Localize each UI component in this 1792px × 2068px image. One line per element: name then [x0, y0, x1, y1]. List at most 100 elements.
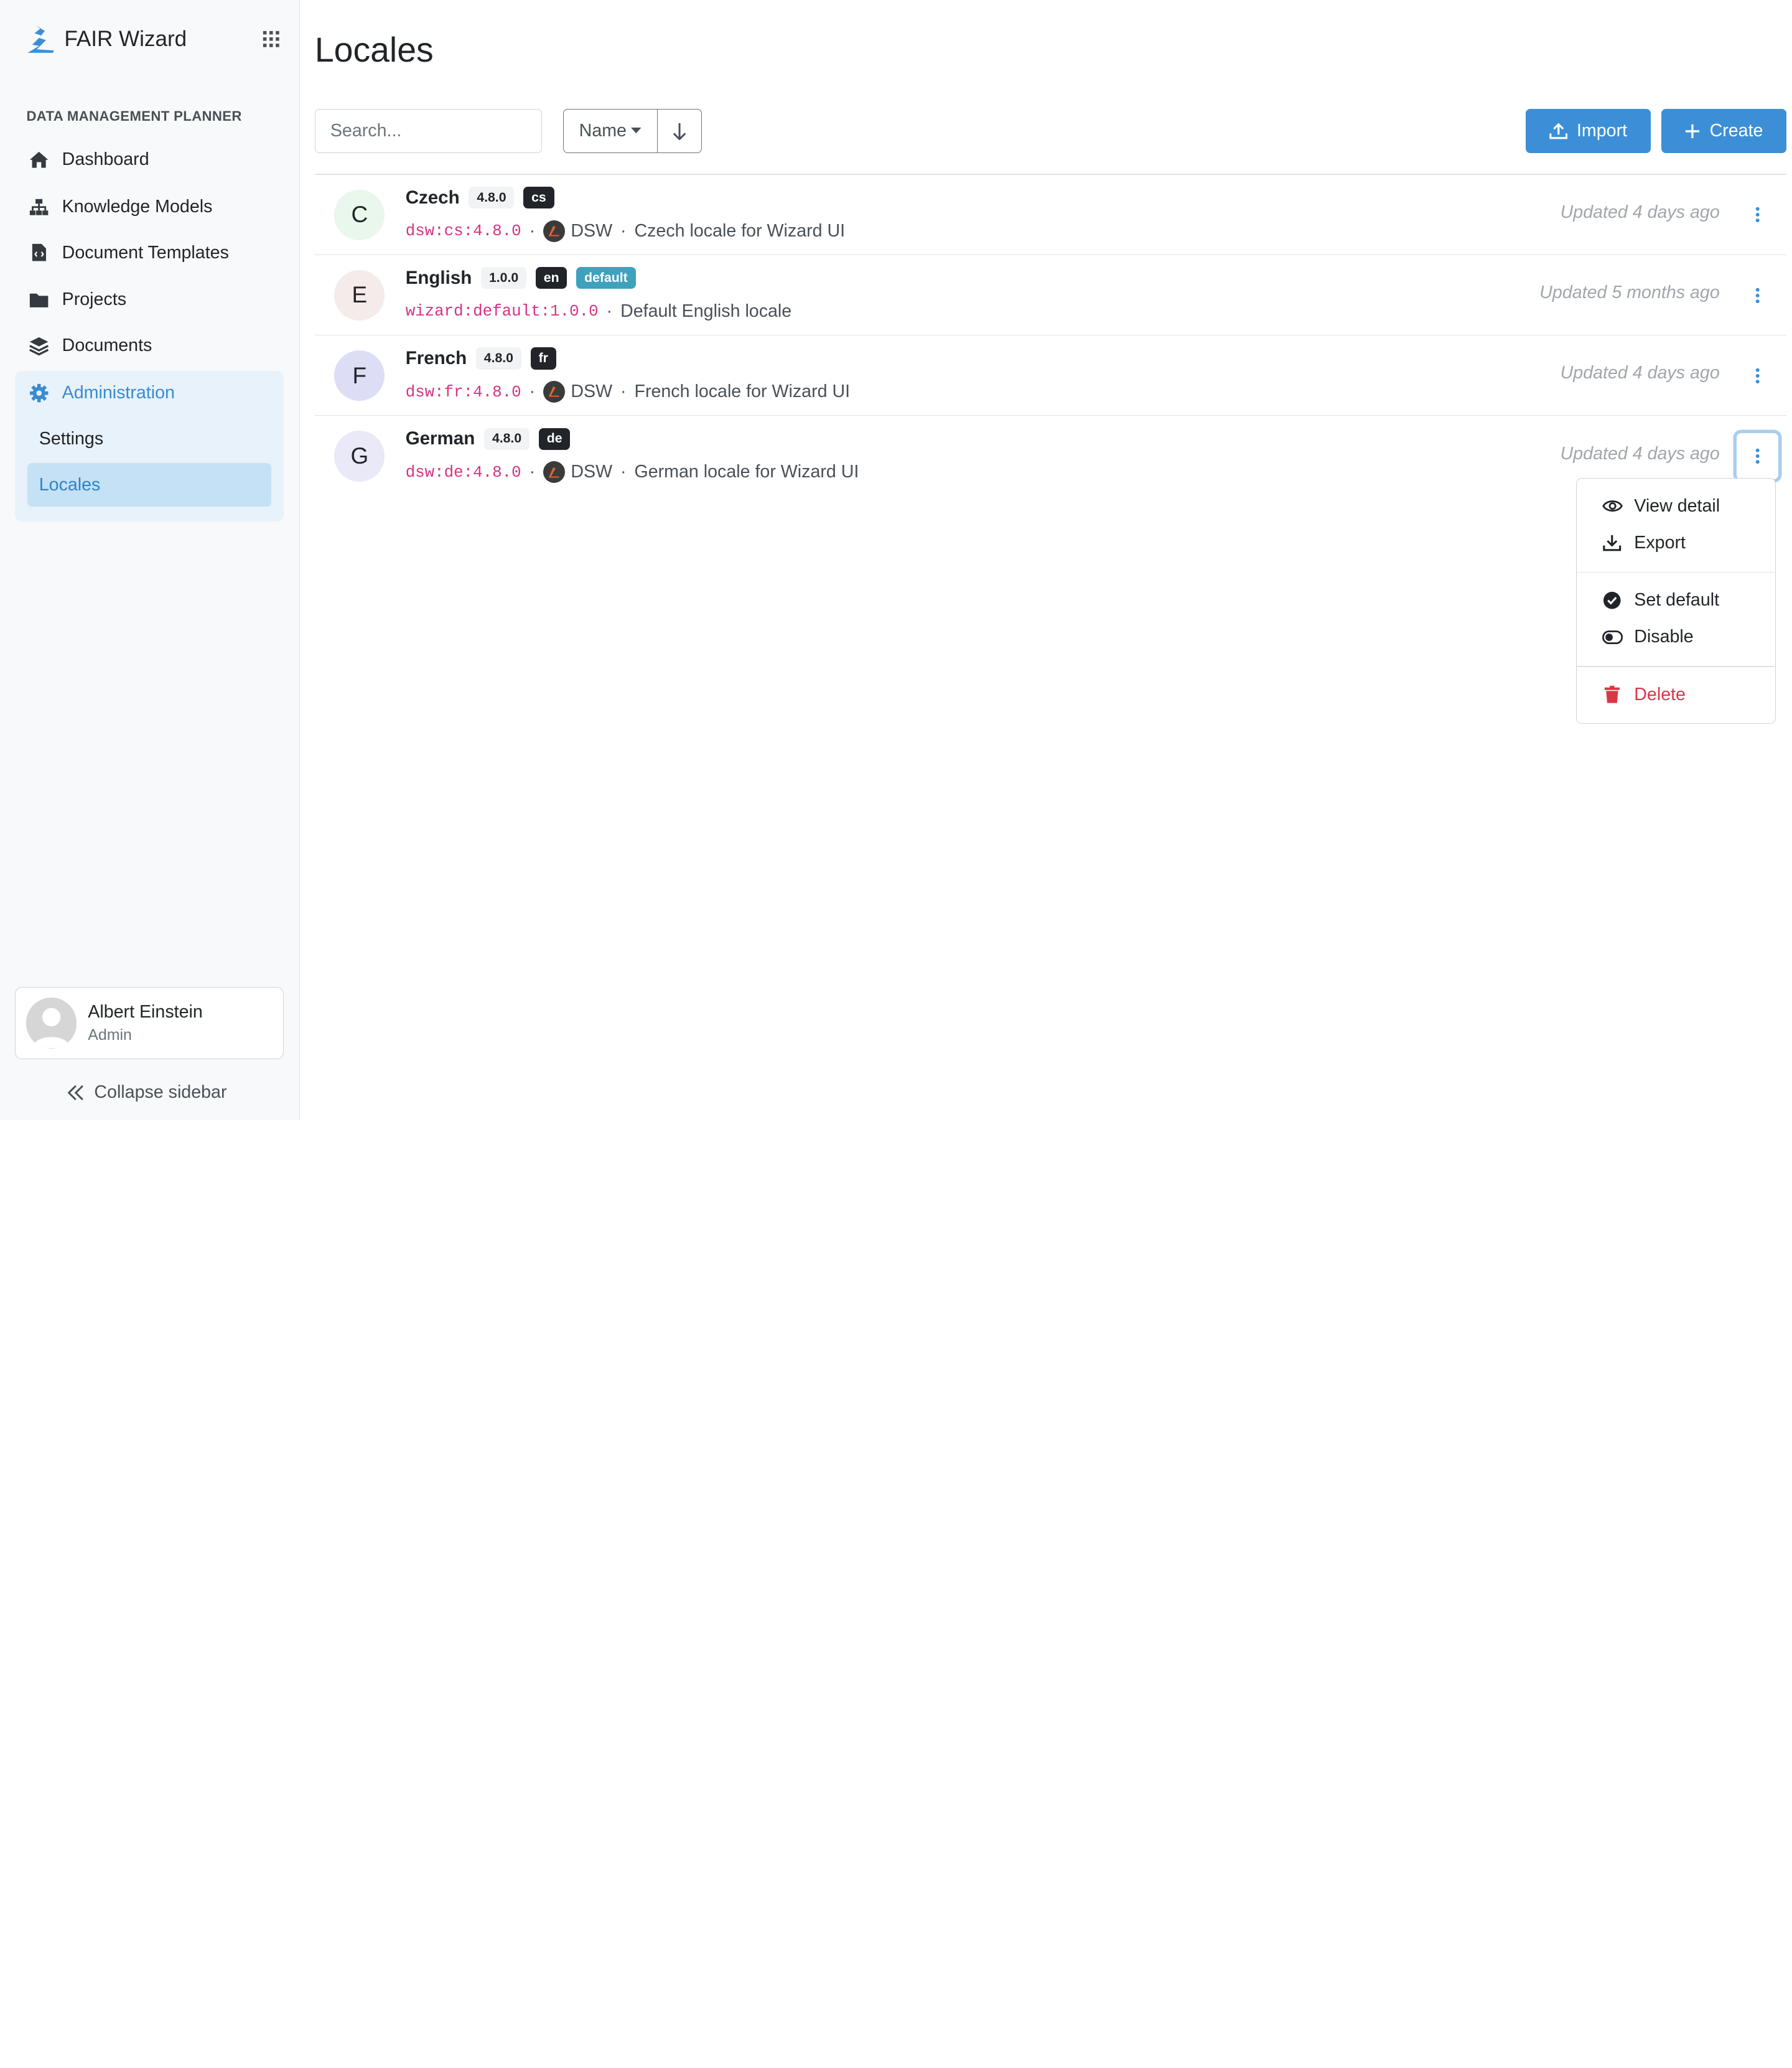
row-actions-button[interactable]: [1737, 192, 1778, 238]
sidebar-item-label: Document Templates: [62, 242, 229, 263]
brand-name: FAIR Wizard: [64, 26, 187, 51]
sidebar-item-label: Dashboard: [62, 149, 149, 170]
sidebar-item-projects[interactable]: Projects: [15, 279, 284, 320]
sidebar-subitem-locales[interactable]: Locales: [27, 463, 271, 507]
sort-field-dropdown[interactable]: Name: [564, 110, 658, 152]
language-code-badge: fr: [530, 347, 556, 370]
collapse-sidebar-button[interactable]: Collapse sidebar: [67, 1081, 226, 1104]
locale-description: French locale for Wizard UI: [634, 381, 851, 402]
sort-control: Name: [562, 109, 702, 153]
row-actions-button[interactable]: [1737, 353, 1778, 399]
import-button[interactable]: Import: [1525, 109, 1651, 153]
page-title: Locales: [314, 30, 434, 69]
user-role: Admin: [88, 1026, 132, 1044]
menu-item-label: View detail: [1634, 495, 1720, 516]
file-code-icon: [29, 243, 49, 263]
locale-id: dsw:de:4.8.0: [405, 462, 521, 482]
separator: ·: [529, 220, 536, 241]
check-circle-icon: [1602, 590, 1623, 611]
collapse-sidebar-label: Collapse sidebar: [94, 1082, 227, 1103]
menu-divider: [1576, 571, 1775, 573]
locale-description: Czech locale for Wizard UI: [634, 220, 846, 241]
search-input[interactable]: [314, 109, 543, 153]
list-item: G German 4.8.0 de dsw:de:4.8.0 · DSW · G…: [315, 416, 1786, 496]
list-item: F French 4.8.0 fr dsw:fr:4.8.0 · DSW · F…: [314, 335, 1786, 416]
locale-description: German locale for Wizard UI: [634, 462, 859, 482]
sidebar-item-knowledge-models[interactable]: Knowledge Models: [15, 186, 284, 227]
fair-wizard-logo-icon: [27, 25, 54, 53]
row-actions-button[interactable]: [1737, 273, 1778, 319]
organization: DSW: [543, 380, 612, 403]
sidebar-subitem-settings[interactable]: Settings: [27, 417, 271, 461]
locale-id: dsw:cs:4.8.0: [405, 222, 521, 241]
sidebar-item-label: Knowledge Models: [62, 196, 213, 217]
admin-group: Administration Settings Locales: [15, 371, 284, 522]
sidebar-item-label: Projects: [62, 289, 127, 310]
sitemap-icon: [29, 197, 49, 217]
kebab-menu-icon: [1755, 207, 1760, 223]
import-label: Import: [1576, 120, 1628, 141]
gear-icon: [29, 383, 49, 403]
double-chevron-left-icon: [67, 1085, 83, 1100]
separator: ·: [529, 462, 536, 482]
version-badge: 4.8.0: [469, 186, 515, 209]
locale-name-link[interactable]: German: [406, 428, 475, 449]
sidebar: FAIR Wizard DATA MANAGEMENT PLANNER Dash…: [0, 0, 300, 1121]
locale-name-link[interactable]: English: [406, 268, 472, 289]
menu-item-label: Disable: [1634, 627, 1694, 647]
organization: DSW: [543, 220, 612, 242]
sidebar-section-title: DATA MANAGEMENT PLANNER: [26, 108, 242, 124]
locale-letter-avatar: E: [334, 269, 385, 321]
menu-divider: [1576, 665, 1775, 667]
menu-item-export[interactable]: Export: [1577, 527, 1775, 559]
create-button[interactable]: Create: [1661, 109, 1786, 153]
updated-time: Updated 4 days ago: [1560, 202, 1720, 222]
sort-direction-button[interactable]: [658, 110, 701, 152]
menu-item-label: Export: [1634, 532, 1686, 553]
kebab-menu-icon: [1755, 288, 1760, 303]
menu-item-set-default[interactable]: Set default: [1577, 584, 1775, 617]
locale-name-link[interactable]: French: [406, 348, 467, 369]
sidebar-item-dashboard[interactable]: Dashboard: [15, 139, 284, 180]
caret-down-icon: [631, 127, 642, 134]
upload-icon: [1549, 123, 1567, 139]
grid-apps-icon[interactable]: [262, 30, 281, 49]
sidebar-subitem-label: Locales: [39, 474, 101, 495]
row-actions-dropdown: View detail Export Set default Disable D…: [1575, 478, 1776, 724]
version-badge: 1.0.0: [481, 267, 527, 289]
avatar: [26, 998, 77, 1049]
brand[interactable]: FAIR Wizard: [23, 21, 187, 57]
language-code-badge: en: [535, 267, 567, 289]
locale-id: dsw:fr:4.8.0: [405, 382, 521, 401]
locale-name-link[interactable]: Czech: [406, 187, 460, 208]
menu-item-label: Delete: [1634, 684, 1686, 704]
user-profile-card[interactable]: Albert Einstein Admin: [15, 986, 284, 1060]
sidebar-subitem-label: Settings: [39, 428, 104, 449]
list-item: C Czech 4.8.0 cs dsw:cs:4.8.0 · DSW · Cz…: [314, 175, 1786, 255]
home-icon: [29, 149, 49, 170]
menu-item-view-detail[interactable]: View detail: [1577, 490, 1775, 522]
sidebar-item-label: Administration: [62, 382, 175, 403]
version-badge: 4.8.0: [475, 347, 521, 370]
language-code-badge: de: [538, 428, 571, 450]
sidebar-item-documents[interactable]: Documents: [15, 325, 284, 366]
arrow-down-icon: [673, 123, 686, 141]
row-actions-button[interactable]: [1737, 433, 1778, 479]
trash-icon: [1602, 684, 1623, 704]
kebab-menu-icon: [1755, 448, 1760, 464]
locale-letter-avatar: C: [334, 189, 385, 240]
language-code-badge: cs: [523, 186, 554, 209]
sidebar-item-administration[interactable]: Administration: [15, 372, 284, 413]
separator: ·: [529, 381, 536, 402]
updated-time: Updated 4 days ago: [1560, 363, 1720, 383]
version-badge: 4.8.0: [484, 428, 530, 450]
separator: ·: [606, 301, 613, 321]
locale-id: wizard:default:1.0.0: [405, 302, 599, 321]
menu-item-delete[interactable]: Delete: [1577, 678, 1775, 711]
separator: ·: [620, 462, 627, 482]
menu-item-disable[interactable]: Disable: [1577, 621, 1775, 653]
separator: ·: [620, 381, 627, 402]
sort-field-label: Name: [579, 120, 627, 141]
eye-icon: [1602, 496, 1623, 517]
sidebar-item-document-templates[interactable]: Document Templates: [15, 232, 284, 273]
